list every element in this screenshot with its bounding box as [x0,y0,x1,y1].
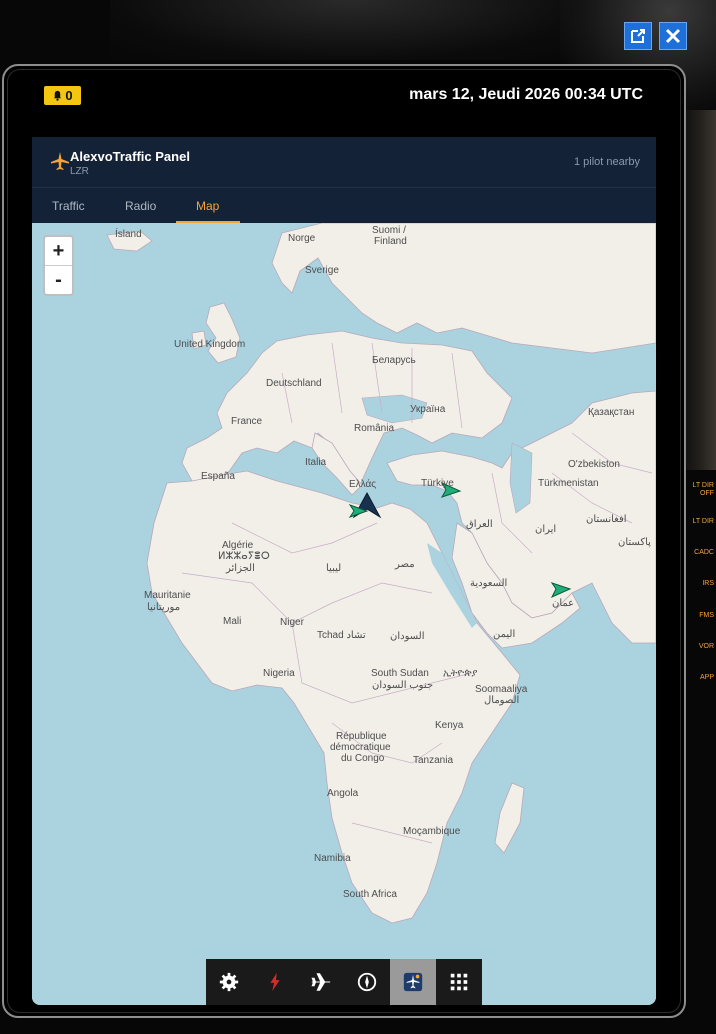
map-label: Finland [374,236,407,247]
panel-subtitle: LZR [70,166,89,177]
cockpit-label: LT DIR [692,482,714,489]
map-label: Norge [288,233,316,244]
traffic-panel-icon [403,972,423,992]
cockpit-label: LT DIR [692,518,714,525]
datetime-display: mars 12, Jeudi 2026 00:34 UTC [409,86,643,103]
map-label: Italia [305,457,327,468]
map-label: مصر [395,559,415,570]
map-label: العراق [466,519,493,530]
tab-map[interactable]: Map [196,199,219,213]
apps-grid-icon [450,973,468,991]
apps-button[interactable] [436,959,482,1005]
cockpit-label: IRS [702,580,714,587]
zoom-in-button[interactable]: + [45,237,72,266]
map-label: Mauritanie [144,590,191,601]
notification-badge[interactable]: 0 [44,86,81,105]
map-label: démocratique [330,742,391,753]
popout-button[interactable] [624,22,652,50]
map-label: اليمن [493,629,516,640]
map-label: Nigeria [263,668,295,679]
close-button[interactable] [659,22,687,50]
gear-icon [219,972,239,992]
airplane-icon [311,973,331,991]
map-label: Kenya [435,720,464,731]
map-label: Tanzania [413,755,454,766]
lightning-icon [270,972,280,992]
map-label: عمان [552,598,575,609]
notification-count: 0 [65,88,73,103]
panel-header: AlexvoTraffic Panel LZR 1 pilot nearby [32,137,656,187]
map-label: United Kingdom [174,339,246,350]
map-label: Soomaaliya [475,684,528,695]
compass-icon [357,972,377,992]
map-label: الصومال [484,695,520,706]
map-label: Moçambique [403,826,461,837]
map-label: Namibia [314,853,351,864]
map-view[interactable]: Ísland Norge Suomi / Finland Sverige Uni… [32,223,656,1005]
external-link-icon [631,29,645,43]
bell-icon [54,90,62,101]
map-label: South Sudan [371,668,429,679]
map-label: France [231,416,263,427]
map-label: جنوب السودان [372,680,434,691]
map-label: ليبيا [326,563,342,574]
tab-traffic[interactable]: Traffic [52,199,85,213]
map-label: România [354,423,395,434]
close-icon [665,28,681,44]
map-label: Türkmenistan [538,478,599,489]
airplane-logo-icon [51,152,69,170]
map-label: Беларусь [372,355,416,366]
map-label: Suomi / [372,225,406,236]
map-label: du Congo [341,753,385,764]
map-label: موريتانيا [147,602,181,613]
pilots-nearby: 1 pilot nearby [573,156,640,168]
map-label: Ελλάς [349,479,377,490]
map-label: Türkiye [421,478,454,489]
cockpit-label: VOR [698,643,714,650]
navigation-button[interactable] [344,959,390,1005]
map-label: السودان [390,631,425,642]
map-label: Sverige [305,265,339,276]
tab-radio[interactable]: Radio [125,199,156,213]
traffic-panel-button[interactable] [390,959,436,1005]
cockpit-label: FMS [699,612,714,619]
map-label: Tchad تشاد [317,630,366,641]
panel-title: AlexvoTraffic Panel [70,149,190,164]
map-label: Niger [280,617,304,628]
map-label: Mali [223,616,242,627]
map-label: ایران [535,524,557,535]
tab-bar: Traffic Radio Map [32,187,656,224]
aircraft-button[interactable] [298,959,344,1005]
background-glow [110,0,590,60]
map-label: España [201,471,235,482]
map-label: Қазақстан [588,407,635,418]
map-label: Angola [327,788,359,799]
map-label: پاکستان [618,537,651,548]
map-label: République [336,731,387,742]
cockpit-label: CADC [694,549,714,556]
tablet-screen: AlexvoTraffic Panel LZR 1 pilot nearby T… [32,137,656,1005]
power-button[interactable] [252,959,298,1005]
cockpit-label: OFF [700,490,714,497]
map-label: ⵍⵣⵣⴰⵢⴻⵔ [218,551,270,562]
map-label: O'zbekiston [568,459,620,470]
map-label: Deutschland [266,378,322,389]
settings-button[interactable] [206,959,252,1005]
bottom-toolbar [206,959,482,1005]
cockpit-label: APP [699,674,714,681]
map-canvas[interactable] [32,223,656,1005]
map-label: South Africa [343,889,397,900]
map-label: Україна [410,404,446,415]
map-label: افغانستان [586,514,627,525]
map-label: Algérie [222,540,254,551]
zoom-out-button[interactable]: - [45,266,72,294]
map-label: السعودية [470,578,508,589]
zoom-control: + - [43,235,74,296]
map-label: Ísland [115,229,142,240]
map-label: ኢትዮጵያ [443,668,478,679]
map-label: الجزائر [226,563,255,574]
